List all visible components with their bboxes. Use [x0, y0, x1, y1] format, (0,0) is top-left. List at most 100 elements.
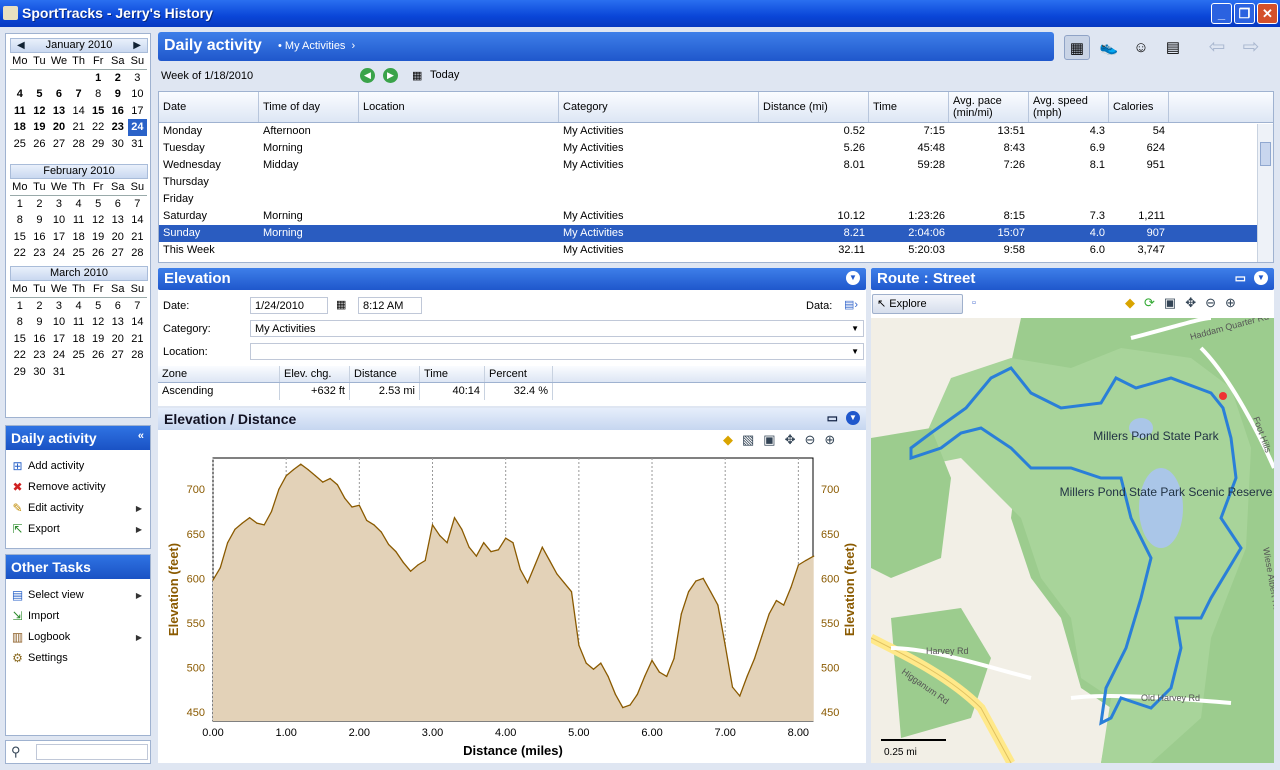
calendar-day[interactable]: 24	[49, 347, 69, 364]
time-field[interactable]: 8:12 AM	[358, 297, 422, 314]
column-header[interactable]: Avg. speed (mph)	[1029, 92, 1109, 122]
maximize-button[interactable]: ❐	[1234, 3, 1255, 24]
calendar-day[interactable]: 5	[88, 196, 108, 213]
calendar-day[interactable]: 22	[10, 245, 30, 262]
calendar-day[interactable]: 12	[30, 103, 50, 120]
search-input[interactable]	[36, 744, 148, 760]
calendar-day[interactable]: 16	[108, 103, 128, 120]
calendar-day[interactable]: 3	[128, 70, 148, 87]
column-header[interactable]: Location	[359, 92, 559, 122]
calendar-day[interactable]: 27	[49, 136, 69, 153]
calendar-day[interactable]: 24	[127, 119, 148, 136]
calendar-day[interactable]: 31	[49, 364, 69, 381]
zoom-in-icon[interactable]: ⊕	[1225, 295, 1245, 310]
calendar-day[interactable]: 4	[69, 298, 89, 315]
calendar-day[interactable]: 29	[88, 136, 108, 153]
calendar-day[interactable]: 13	[108, 212, 128, 229]
calendar-day[interactable]: 3	[49, 298, 69, 315]
calendar-day[interactable]: 5	[30, 86, 50, 103]
calendar-day[interactable]: 31	[128, 136, 148, 153]
scroll-thumb[interactable]	[1260, 142, 1271, 166]
calendar-day[interactable]: 26	[30, 136, 50, 153]
calendar-day[interactable]: 17	[128, 103, 148, 120]
calendar-day[interactable]: 12	[88, 212, 108, 229]
calendar-day[interactable]: 13	[49, 103, 69, 120]
data-source-icon[interactable]: ▤›	[844, 298, 858, 311]
calendar-day[interactable]: 1	[10, 196, 30, 213]
task-item[interactable]: ▥ Logbook ▶	[6, 627, 150, 648]
calendar-day[interactable]: 6	[108, 196, 128, 213]
save-icon[interactable]: ▣	[763, 432, 784, 447]
search-box[interactable]: ⚲	[5, 740, 151, 764]
today-button[interactable]: Today	[430, 69, 459, 81]
calendar-day[interactable]: 15	[88, 103, 108, 120]
next-month-icon[interactable]: ▶	[133, 39, 141, 52]
table-row[interactable]: This Week My Activities 32.11 5:20:03 9:58 6.…	[159, 242, 1273, 259]
task-item[interactable]: ▤ Select view ▶	[6, 585, 150, 606]
category-dropdown[interactable]: My Activities ▼	[250, 320, 864, 337]
task-item[interactable]: ✖ Remove activity	[6, 477, 150, 498]
zoom-out-icon[interactable]: ⊖	[805, 432, 825, 447]
fit-icon[interactable]: ✥	[1185, 295, 1205, 310]
column-header[interactable]: Category	[559, 92, 759, 122]
column-header[interactable]: Date	[159, 92, 259, 122]
calendar-day[interactable]: 18	[69, 331, 89, 348]
calendar-day[interactable]: 8	[88, 86, 108, 103]
daily-activity-header[interactable]: Daily activity «	[6, 426, 150, 450]
calendar-day[interactable]: 30	[30, 364, 50, 381]
chart-settings-icon[interactable]: ▧	[742, 432, 763, 447]
location-dropdown[interactable]: ▼	[250, 343, 864, 360]
calendar-day[interactable]: 28	[128, 245, 148, 262]
calendar-day[interactable]: 3	[49, 196, 69, 213]
calendar-day[interactable]: 7	[69, 86, 89, 103]
table-row[interactable]: Wednesday Midday My Activities 8.01 59:28 7:2…	[159, 157, 1273, 174]
calendar-day[interactable]: 2	[108, 70, 128, 87]
chevron-down-icon[interactable]: ▼	[846, 271, 860, 285]
breadcrumb[interactable]: • My Activities ›	[278, 40, 355, 52]
calendar-day[interactable]: 14	[69, 103, 89, 120]
save-icon[interactable]: ▣	[1164, 295, 1185, 310]
task-item[interactable]: ✎ Edit activity ▶	[6, 498, 150, 519]
calendar-day[interactable]: 21	[69, 119, 89, 136]
calendar-day[interactable]: 5	[88, 298, 108, 315]
calendar-day[interactable]: 23	[30, 245, 50, 262]
table-row[interactable]: Sunday Morning My Activities 8.21 2:04:06 15:…	[159, 225, 1273, 242]
table-scrollbar[interactable]	[1257, 124, 1273, 262]
calendar-day[interactable]: 7	[128, 298, 148, 315]
column-header[interactable]: Avg. pace (min/mi)	[949, 92, 1029, 122]
chevron-down-icon[interactable]: ▼	[846, 411, 860, 425]
refresh-icon[interactable]: ⟳	[1144, 295, 1164, 310]
column-header[interactable]: Time of day	[259, 92, 359, 122]
calendar-view-button[interactable]: ▦	[1064, 35, 1090, 60]
calendar-day[interactable]: 2	[30, 298, 50, 315]
task-item[interactable]: ⇲ Import	[6, 606, 150, 627]
table-row[interactable]: Saturday Morning My Activities 10.12 1:23:26…	[159, 208, 1273, 225]
calendar-day[interactable]: 19	[30, 119, 50, 136]
map-canvas[interactable]: Millers Pond State Park Millers Pond Sta…	[871, 318, 1274, 763]
calendar-day[interactable]: 22	[10, 347, 30, 364]
calendar-day[interactable]: 23	[30, 347, 50, 364]
calendar-day[interactable]: 16	[30, 229, 50, 246]
zoom-out-icon[interactable]: ⊖	[1205, 295, 1225, 310]
date-field[interactable]: 1/24/2010	[250, 297, 328, 314]
explore-button[interactable]: ↖ Explore	[872, 294, 963, 314]
table-row[interactable]: Tuesday Morning My Activities 5.26 45:48 8:43…	[159, 140, 1273, 157]
calendar-day[interactable]: 26	[88, 245, 108, 262]
close-button[interactable]: ✕	[1257, 3, 1278, 24]
calendar-day[interactable]: 18	[10, 119, 30, 136]
calendar-day[interactable]: 1	[10, 298, 30, 315]
calendar-day[interactable]: 30	[108, 136, 128, 153]
calendar-day[interactable]: 20	[108, 229, 128, 246]
calendar-day[interactable]: 11	[69, 314, 89, 331]
calendar-day[interactable]: 24	[49, 245, 69, 262]
calendar-day[interactable]: 17	[49, 331, 69, 348]
route-map[interactable]: Millers Pond State Park Millers Pond Sta…	[871, 318, 1274, 763]
logbook-view-icon[interactable]: ▤	[1160, 35, 1186, 60]
minimize-button[interactable]: _	[1211, 3, 1232, 24]
calendar-day[interactable]: 26	[88, 347, 108, 364]
column-header[interactable]: Time	[869, 92, 949, 122]
calendar-day[interactable]: 23	[108, 119, 128, 136]
calendar-day[interactable]: 9	[108, 86, 128, 103]
forward-arrow-icon[interactable]: ⇨	[1238, 35, 1264, 60]
calendar-day[interactable]: 25	[69, 347, 89, 364]
